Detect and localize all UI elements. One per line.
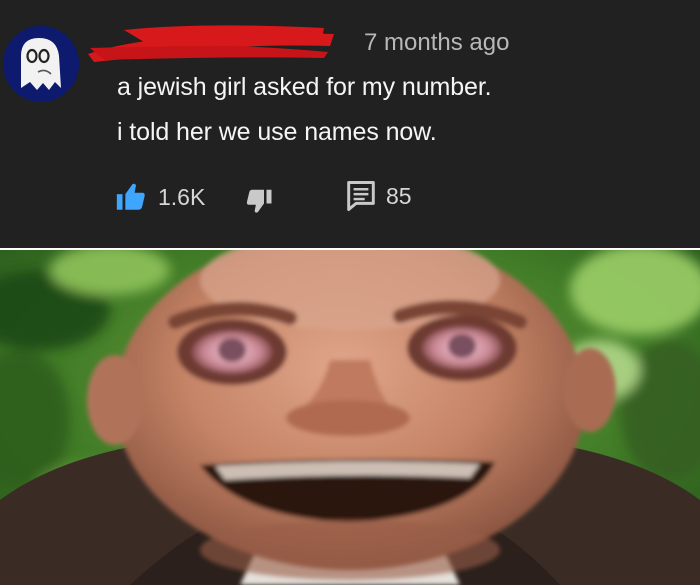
like-count: 1.6K: [158, 183, 206, 210]
reaction-image: [0, 250, 700, 585]
comment-text-line-2: i told her we use names now.: [117, 118, 437, 146]
dislike-button[interactable]: [244, 186, 274, 216]
replies-button[interactable]: 85: [346, 180, 412, 212]
redacted-username-scribble: [88, 25, 334, 62]
comment-timestamp[interactable]: 7 months ago: [364, 29, 509, 57]
reply-count: 85: [386, 182, 412, 209]
screenshot: 7 months ago a jewish girl asked for my …: [0, 0, 700, 585]
like-button[interactable]: 1.6K: [114, 180, 205, 214]
ghost-avatar-icon[interactable]: [3, 26, 79, 102]
comment-icon: [347, 180, 375, 212]
thumbs-up-icon: [116, 183, 145, 210]
thumbs-down-icon: [246, 189, 272, 213]
comment-text-line-1: a jewish girl asked for my number.: [117, 73, 492, 101]
youtube-comment: 7 months ago a jewish girl asked for my …: [0, 0, 700, 248]
